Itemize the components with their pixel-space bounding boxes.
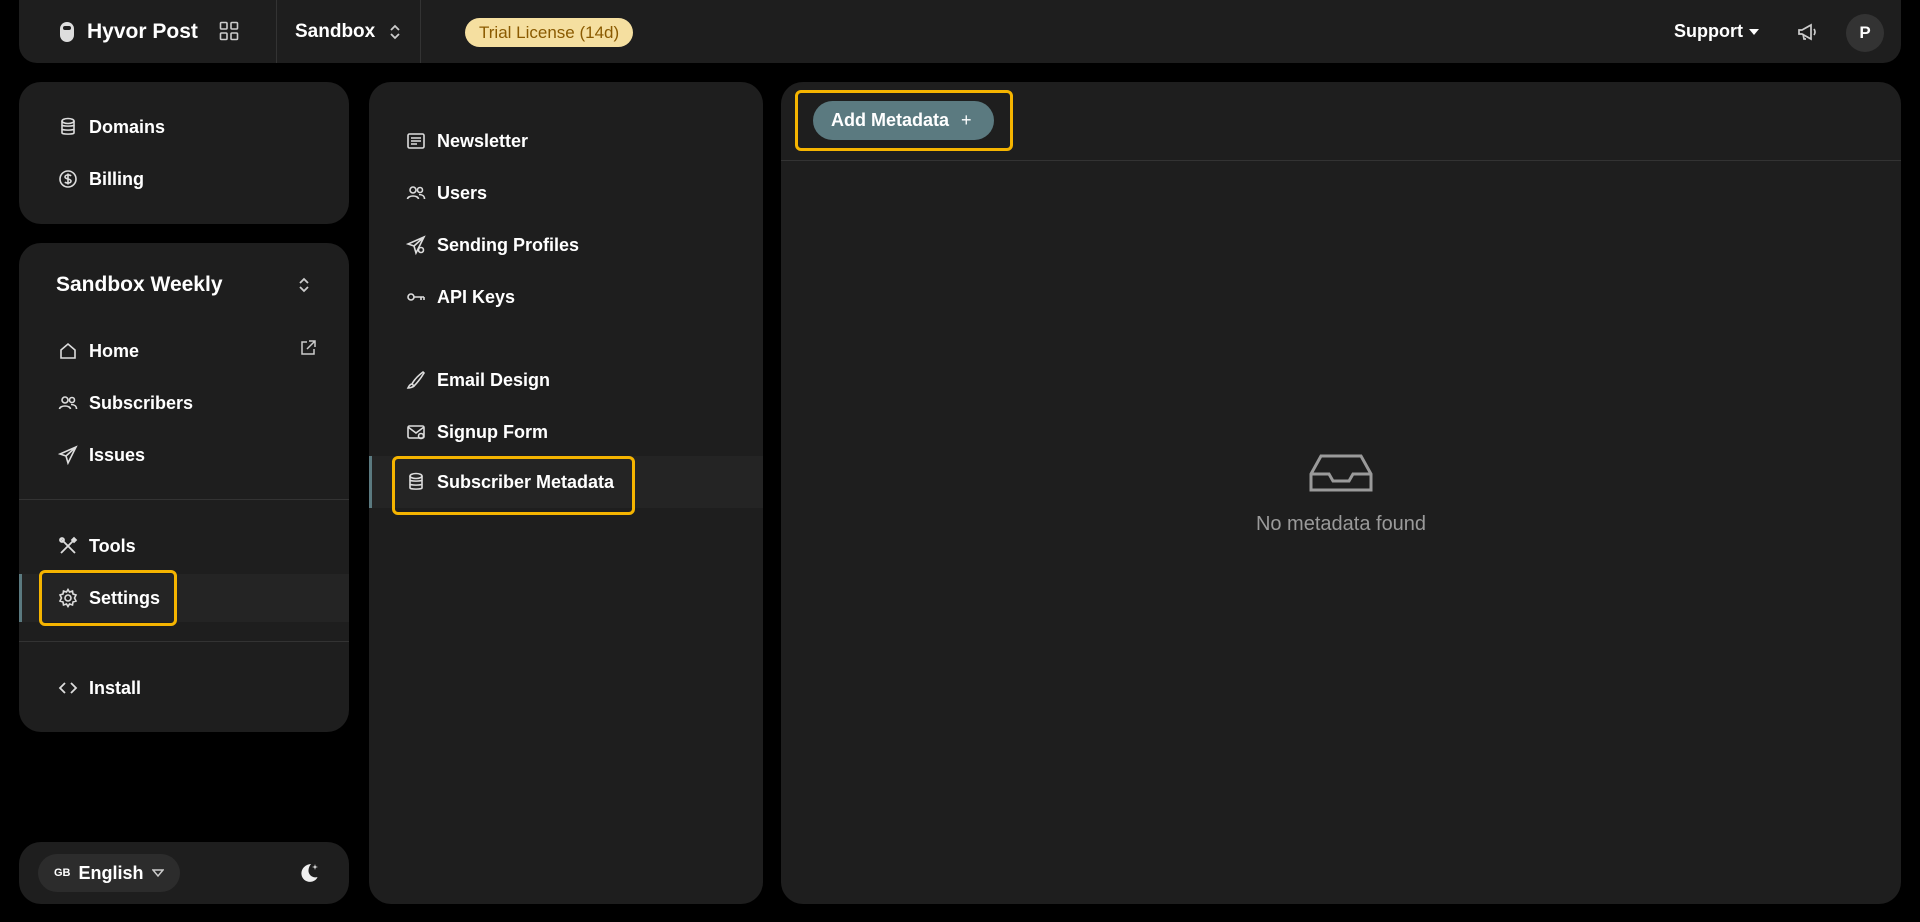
top-bar: Hyvor Post Sandbox Trial License (14d) S… <box>19 0 1901 63</box>
settings-item-label: Newsletter <box>437 130 529 151</box>
brand[interactable]: Hyvor Post <box>59 0 198 63</box>
language-label: English <box>78 862 144 883</box>
nav-item-subscribers[interactable]: Subscribers <box>19 379 349 427</box>
apps-grid-icon[interactable] <box>219 21 239 41</box>
brush-icon <box>405 369 427 391</box>
metadata-highlight-box <box>392 456 635 515</box>
settings-item-sending-profiles[interactable]: Sending Profiles <box>369 221 763 269</box>
inbox-tray-icon <box>1309 454 1373 492</box>
nav-item-label: Install <box>89 677 142 698</box>
settings-item-label: API Keys <box>437 286 516 307</box>
avatar[interactable]: P <box>1846 14 1884 52</box>
divider <box>420 0 421 63</box>
settings-item-email-design[interactable]: Email Design <box>369 356 763 404</box>
empty-state: No metadata found <box>781 452 1901 536</box>
external-link-icon[interactable] <box>299 339 317 357</box>
settings-item-newsletter[interactable]: Newsletter <box>369 117 763 165</box>
nav-item-issues[interactable]: Issues <box>19 431 349 479</box>
key-icon <box>405 286 427 308</box>
megaphone-icon[interactable] <box>1797 22 1819 42</box>
add-button-highlight-box <box>795 90 1013 151</box>
flag-icon: GB <box>54 867 71 879</box>
project-switcher[interactable]: Sandbox <box>295 0 401 63</box>
active-indicator <box>369 456 372 508</box>
logo-icon <box>60 21 74 42</box>
nav-item-label: Tools <box>89 535 136 556</box>
settings-item-label: Users <box>437 182 488 203</box>
dollar-icon <box>57 168 79 190</box>
brand-name: Hyvor Post <box>87 19 198 43</box>
moon-icon[interactable] <box>297 861 321 885</box>
nav-item-label: Issues <box>89 444 146 465</box>
nav-item-label: Billing <box>89 168 144 189</box>
settings-highlight-box <box>39 570 177 626</box>
settings-item-users[interactable]: Users <box>369 169 763 217</box>
nav-item-domains[interactable]: Domains <box>19 103 349 151</box>
nav-item-tools[interactable]: Tools <box>19 522 349 570</box>
code-icon <box>57 677 79 699</box>
mail-form-icon <box>405 421 427 443</box>
settings-item-signup-form[interactable]: Signup Form <box>369 408 763 456</box>
divider <box>19 641 349 642</box>
account-nav-panel: Domains Billing <box>19 82 349 224</box>
users-icon <box>57 392 79 414</box>
send-icon <box>57 444 79 466</box>
divider <box>19 499 349 500</box>
tools-icon <box>57 535 79 557</box>
settings-item-label: Sending Profiles <box>437 234 580 255</box>
chevron-updown-icon[interactable] <box>296 275 312 295</box>
nav-item-install[interactable]: Install <box>19 664 349 712</box>
nav-item-label: Domains <box>89 116 166 137</box>
newsletter-title[interactable]: Sandbox Weekly <box>56 273 223 297</box>
empty-message: No metadata found <box>1255 513 1427 535</box>
trial-license-badge[interactable]: Trial License (14d) <box>465 18 634 47</box>
divider <box>276 0 277 63</box>
nav-item-billing[interactable]: Billing <box>19 155 349 203</box>
home-icon <box>57 340 79 362</box>
support-menu[interactable]: Support <box>1674 0 1759 63</box>
project-name: Sandbox <box>295 20 376 42</box>
nav-item-label: Subscribers <box>89 392 194 413</box>
users-icon <box>405 182 427 204</box>
support-label: Support <box>1674 21 1743 41</box>
active-indicator <box>19 574 22 622</box>
content-panel: Add Metadata + No metadata found <box>781 82 1901 904</box>
settings-nav-panel: Newsletter Users Sending Profiles API Ke… <box>369 82 763 904</box>
settings-item-label: Email Design <box>437 369 551 390</box>
chevron-updown-icon <box>390 24 400 39</box>
newsletter-nav-panel: Sandbox Weekly Home Subscribers Issues T… <box>19 243 349 732</box>
caret-down-icon <box>151 869 164 878</box>
divider <box>781 160 1901 161</box>
language-selector[interactable]: GB English <box>38 854 180 892</box>
caret-down-icon <box>1749 28 1759 35</box>
send-profile-icon <box>405 234 427 256</box>
database-icon <box>57 116 79 138</box>
nav-item-label: Home <box>89 340 140 361</box>
newsletter-icon <box>405 130 427 152</box>
settings-item-api-keys[interactable]: API Keys <box>369 273 763 321</box>
settings-item-label: Signup Form <box>437 421 548 442</box>
footer-panel: GB English <box>19 842 349 904</box>
